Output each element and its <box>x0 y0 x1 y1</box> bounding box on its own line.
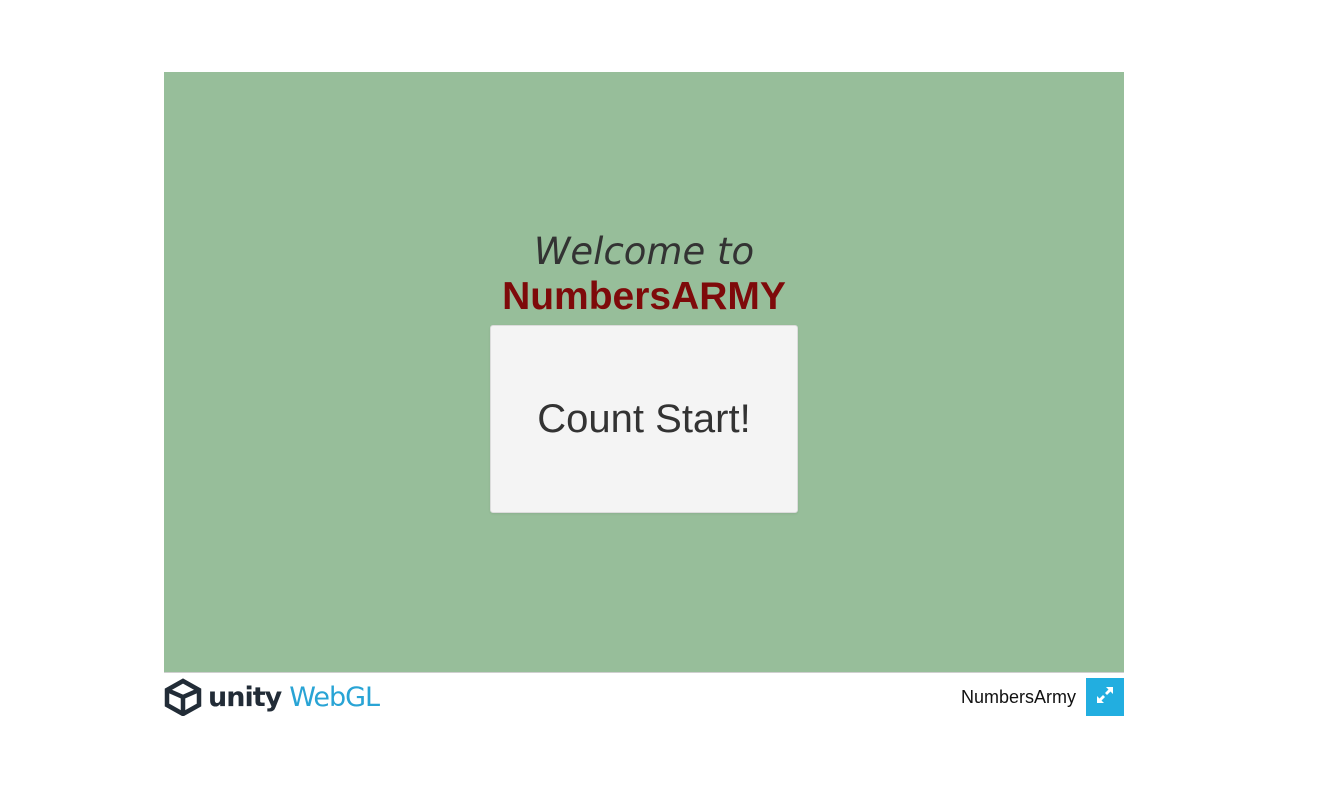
unity-cube-icon <box>164 678 202 716</box>
unity-webgl-logo: unity WebGL <box>164 677 380 717</box>
fullscreen-expand-icon <box>1096 686 1114 709</box>
welcome-text: Welcome to <box>533 230 755 273</box>
count-start-button[interactable]: Count Start! <box>490 325 798 513</box>
count-start-label: Count Start! <box>537 396 751 441</box>
game-title: NumbersARMY <box>502 275 786 318</box>
build-title: NumbersArmy <box>960 687 1076 707</box>
page: Welcome to NumbersARMY Count Start! unit… <box>0 0 1331 797</box>
unity-wordmark: unity <box>208 681 282 713</box>
unity-footer: unity WebGL NumbersArmy <box>164 672 1124 718</box>
fullscreen-button[interactable] <box>1086 678 1124 716</box>
game-canvas[interactable]: Welcome to NumbersARMY Count Start! <box>164 72 1124 672</box>
webgl-wordmark: WebGL <box>289 681 380 713</box>
